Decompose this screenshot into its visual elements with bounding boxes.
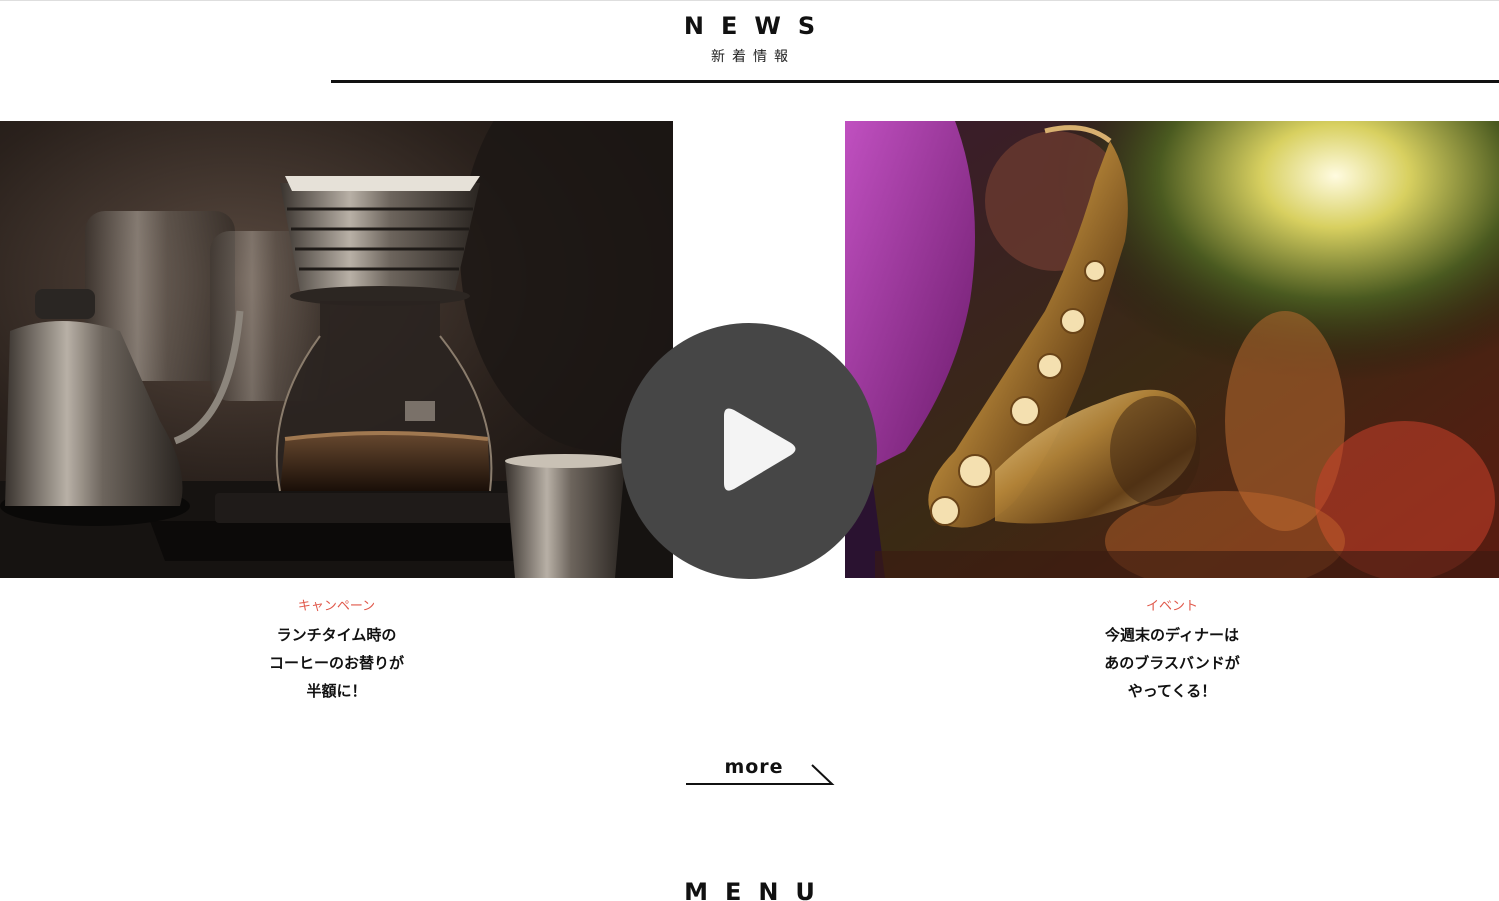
coffee-pourover-photo[interactable] bbox=[0, 121, 673, 578]
news-section-title: NEWS bbox=[683, 12, 833, 40]
more-link[interactable]: more bbox=[686, 754, 836, 788]
news-card-event[interactable]: イベント 今週末のディナーは あのブラスバンドが やってくる！ bbox=[845, 121, 1499, 705]
play-icon bbox=[724, 408, 796, 491]
top-divider bbox=[0, 0, 1499, 1]
headline-line: 半額に！ bbox=[306, 682, 367, 700]
headline-line: コーヒーのお替りが bbox=[268, 654, 404, 672]
card-category-campaign: キャンペーン bbox=[297, 599, 376, 614]
card-headline-campaign[interactable]: ランチタイム時の コーヒーのお替りが 半額に！ bbox=[0, 621, 673, 705]
card-headline-event[interactable]: 今週末のディナーは あのブラスバンドが やってくる！ bbox=[845, 621, 1499, 705]
headline-line: あのブラスバンドが bbox=[1104, 654, 1240, 672]
headline-line: ランチタイム時の bbox=[276, 626, 397, 644]
headline-line: やってくる！ bbox=[1127, 682, 1217, 700]
saxophone-concert-photo[interactable] bbox=[845, 121, 1499, 578]
news-section-subtitle: 新着情報 bbox=[711, 49, 795, 65]
video-play-button[interactable] bbox=[621, 323, 877, 579]
headline-line: 今週末のディナーは bbox=[1105, 626, 1239, 644]
menu-section-title: MENU bbox=[684, 878, 832, 901]
card-category-event: イベント bbox=[1145, 599, 1198, 614]
news-divider bbox=[331, 80, 1499, 83]
arrow-right-icon bbox=[686, 764, 835, 785]
news-card-campaign[interactable]: キャンペーン ランチタイム時の コーヒーのお替りが 半額に！ bbox=[0, 121, 673, 705]
page: NEWS 新着情報 キャンペーン ランチタイム時の コーヒーのお替りが 半額に！… bbox=[0, 0, 1499, 901]
